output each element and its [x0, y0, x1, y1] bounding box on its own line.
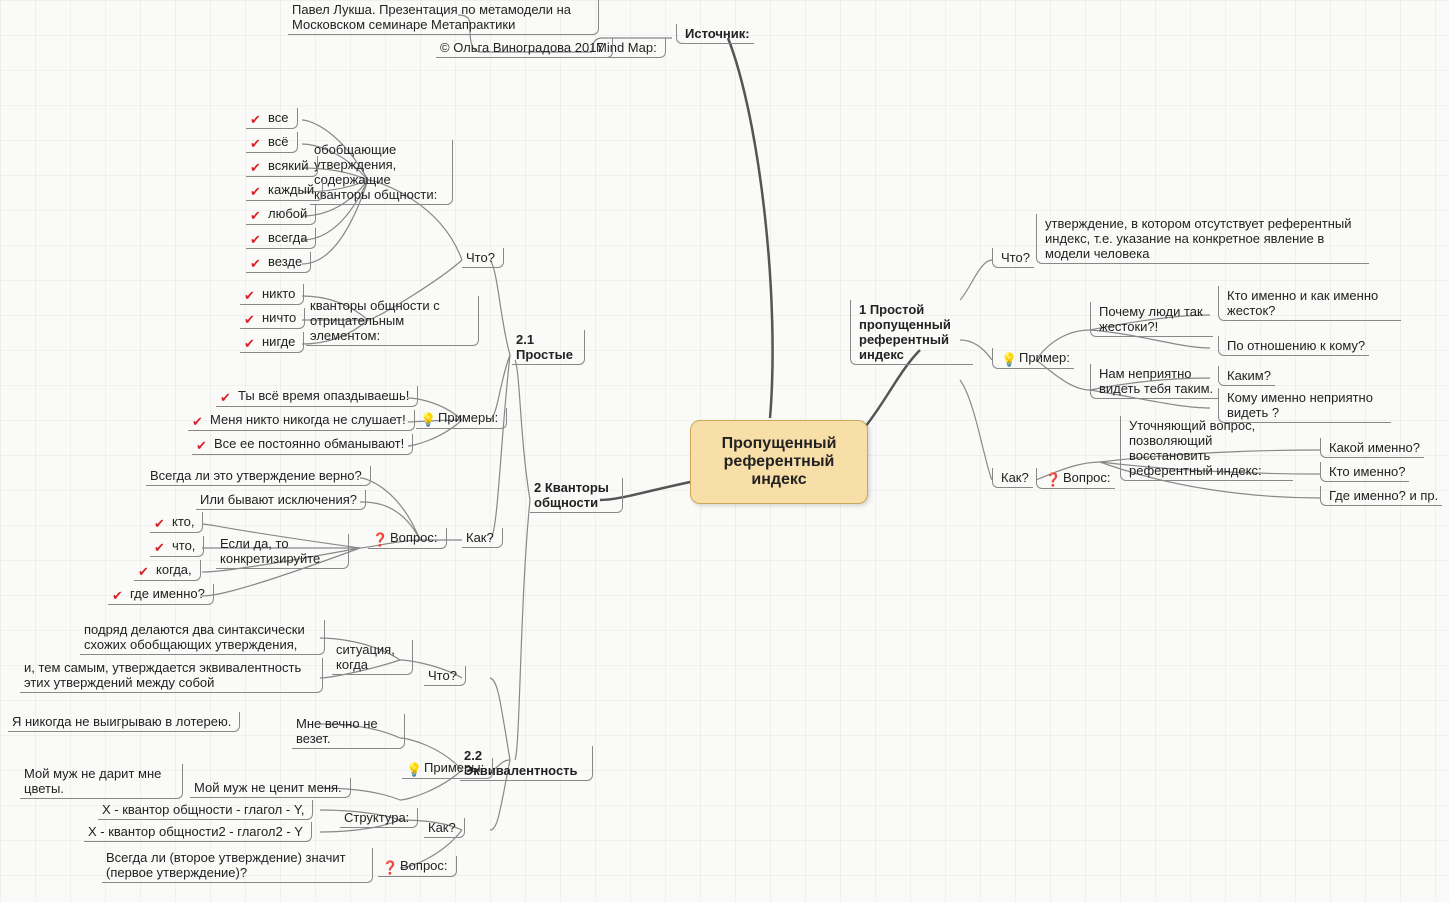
l22-qt[interactable]: Всегда ли (второе утверждение) значит (п… — [102, 848, 373, 883]
source-label[interactable]: Источник: — [676, 24, 754, 44]
l21-g-1[interactable]: ✔всё — [246, 132, 298, 153]
presentation[interactable]: Павел Лукша. Презентация по метамодели н… — [288, 0, 599, 35]
check-icon: ✔ — [250, 208, 264, 222]
l22-what[interactable]: Что? — [424, 666, 466, 686]
r1-qc[interactable]: Где именно? и пр. — [1320, 486, 1442, 506]
root-node[interactable]: Пропущенный референтный индекс — [690, 420, 868, 504]
l22-st-a[interactable]: X - квантор общности - глагол - Y, — [98, 800, 313, 820]
check-icon: ✔ — [154, 516, 168, 530]
check-icon: ✔ — [250, 112, 264, 126]
l22-e2r[interactable]: Мой муж не дарит мне цветы. — [20, 764, 183, 799]
l21-e-2[interactable]: ✔Все ее постоянно обманывают! — [192, 434, 413, 455]
r1-q[interactable]: ❓Вопрос: — [1036, 468, 1115, 489]
r1-ex1[interactable]: Почему люди так жестоки?! — [1090, 302, 1213, 337]
check-icon: ✔ — [250, 160, 264, 174]
check-icon: ✔ — [196, 438, 210, 452]
root-label: Пропущенный референтный индекс — [722, 435, 837, 488]
check-icon: ✔ — [250, 256, 264, 270]
l21-n-1[interactable]: ✔ничто — [240, 308, 305, 329]
r1-what-text[interactable]: утверждение, в котором отсутствует рефер… — [1036, 214, 1369, 264]
l22-e2l[interactable]: Мой муж не ценит меня. — [190, 778, 351, 798]
check-icon: ✔ — [250, 184, 264, 198]
check-icon: ✔ — [250, 136, 264, 150]
l22-st-b[interactable]: X - квантор общности2 - глагол2 - Y — [84, 822, 312, 842]
l21-qc[interactable]: Если да, то конкретизируйте — [216, 534, 349, 569]
l21-n-0[interactable]: ✔никто — [240, 284, 304, 305]
l21-qci-3[interactable]: ✔где именно? — [108, 584, 214, 605]
l22-ex[interactable]: 💡Примеры: — [402, 758, 493, 779]
l21-g-2[interactable]: ✔всякий — [246, 156, 318, 177]
bulb-icon: 💡 — [406, 762, 420, 776]
l21-e-0[interactable]: ✔Ты всё время опаздываешь! — [216, 386, 418, 407]
check-icon: ✔ — [154, 540, 168, 554]
l21-g-5[interactable]: ✔всегда — [246, 228, 316, 249]
check-icon: ✔ — [112, 588, 126, 602]
l22-how[interactable]: Как? — [424, 818, 465, 838]
question-icon: ❓ — [382, 860, 396, 874]
l21-e-1[interactable]: ✔Меня никто никогда не слушает! — [188, 410, 415, 431]
l21-qb[interactable]: Или бывают исключения? — [196, 490, 366, 510]
l21-ex[interactable]: 💡Примеры: — [416, 408, 507, 429]
l21-g-4[interactable]: ✔любой — [246, 204, 316, 225]
r1-ex1a[interactable]: Кто именно и как именно жесток? — [1218, 286, 1401, 321]
r1-ex2[interactable]: Нам неприятно видеть тебя таким. — [1090, 364, 1219, 399]
bulb-icon: 💡 — [420, 412, 434, 426]
r1-qb[interactable]: Кто именно? — [1320, 462, 1409, 482]
check-icon: ✔ — [244, 312, 258, 326]
l21-g-6[interactable]: ✔везде — [246, 252, 311, 273]
check-icon: ✔ — [244, 336, 258, 350]
check-icon: ✔ — [250, 232, 264, 246]
check-icon: ✔ — [244, 288, 258, 302]
r1-ex1b[interactable]: По отношению к кому? — [1218, 336, 1369, 356]
question-icon: ❓ — [1045, 472, 1059, 486]
r1-how[interactable]: Как? — [992, 468, 1033, 488]
l21-what[interactable]: Что? — [462, 248, 504, 268]
r1-title[interactable]: 1 Простой пропущенный референтный индекс — [850, 300, 973, 365]
l22-e1r[interactable]: Я никогда не выигрываю в лотерею. — [8, 712, 240, 732]
l21-q[interactable]: ❓Вопрос: — [368, 528, 447, 549]
l21-qci-2[interactable]: ✔когда, — [134, 560, 201, 581]
check-icon: ✔ — [220, 390, 234, 404]
l22-sit-a[interactable]: подряд делаются два синтаксически схожих… — [80, 620, 325, 655]
l21-qci-0[interactable]: ✔кто, — [150, 512, 203, 533]
l21-g-0[interactable]: ✔все — [246, 108, 298, 129]
l21-how[interactable]: Как? — [462, 528, 503, 548]
check-icon: ✔ — [192, 414, 206, 428]
l21-neg[interactable]: кванторы общности с отрицательным элемен… — [306, 296, 479, 346]
question-icon: ❓ — [372, 532, 386, 546]
l22-q[interactable]: ❓Вопрос: — [378, 856, 457, 877]
check-icon: ✔ — [138, 564, 152, 578]
bulb-icon: 💡 — [1001, 352, 1015, 366]
r1-ex2a[interactable]: Каким? — [1218, 366, 1275, 386]
l22-sit-b[interactable]: и, тем самым, утверждается эквивалентнос… — [20, 658, 323, 693]
l22-sit[interactable]: ситуация, когда — [332, 640, 413, 675]
r1-qa[interactable]: Какой именно? — [1320, 438, 1424, 458]
l22-st[interactable]: Структура: — [340, 808, 418, 828]
l21-gen[interactable]: обобщающие утверждения, содержащие квант… — [310, 140, 453, 205]
l21-qci-1[interactable]: ✔что, — [150, 536, 204, 557]
l21-qa[interactable]: Всегда ли это утверждение верно? — [146, 466, 371, 486]
l2-title[interactable]: 2 Кванторы общности — [530, 478, 623, 513]
l21-g-3[interactable]: ✔каждый — [246, 180, 323, 201]
l21-title[interactable]: 2.1 Простые — [512, 330, 585, 365]
r1-example[interactable]: 💡Пример: — [992, 348, 1074, 369]
r1-what[interactable]: Что? — [992, 248, 1034, 268]
l22-e1l[interactable]: Мне вечно не везет. — [292, 714, 405, 749]
r1-qtext[interactable]: Уточняющий вопрос, позволяющий восстанов… — [1120, 416, 1293, 481]
l21-n-2[interactable]: ✔нигде — [240, 332, 304, 353]
copyright[interactable]: © Ольга Виноградова 2017 — [436, 38, 613, 58]
